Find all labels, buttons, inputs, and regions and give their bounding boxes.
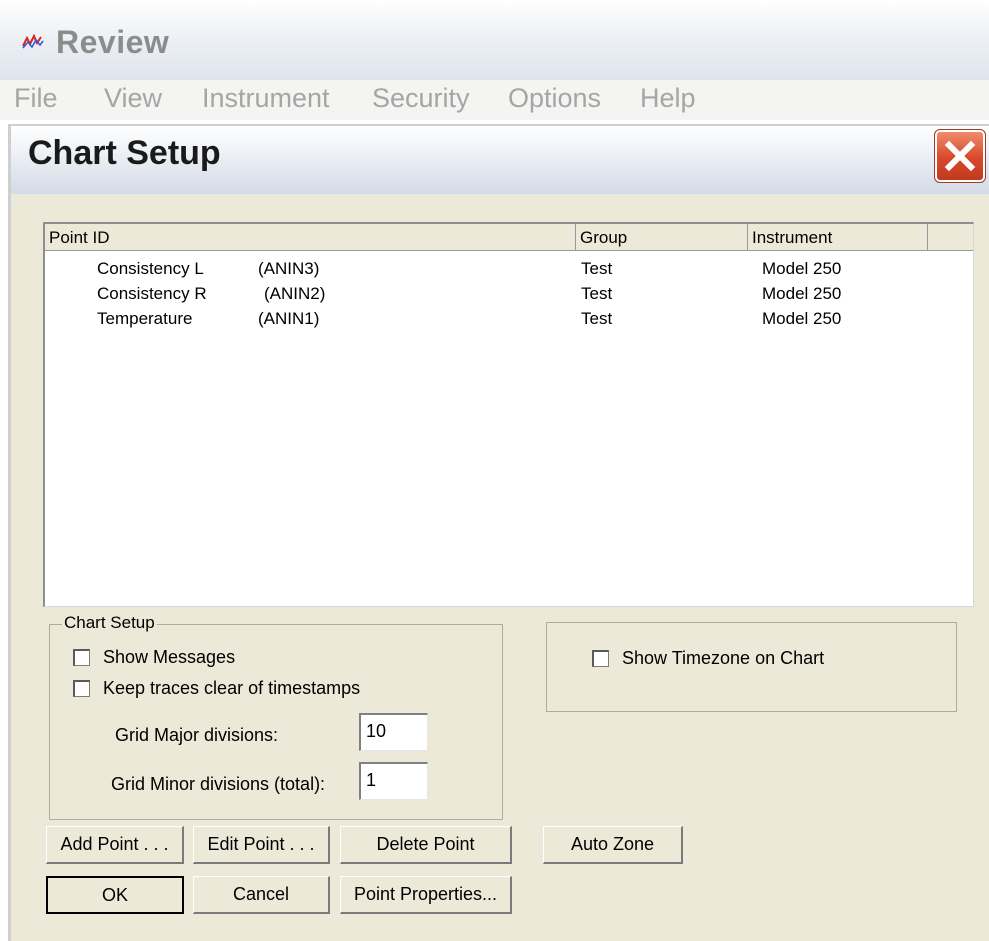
close-button[interactable] xyxy=(934,129,986,183)
menu-view[interactable]: View xyxy=(104,80,162,120)
list-header: Point ID Group Instrument xyxy=(45,224,973,251)
auto-zone-button[interactable]: Auto Zone xyxy=(543,826,683,864)
menu-file[interactable]: File xyxy=(14,80,58,120)
row-point-name: Consistency R xyxy=(97,284,207,303)
edit-point-button[interactable]: Edit Point . . . xyxy=(193,826,330,864)
show-timezone-checkbox[interactable] xyxy=(592,650,609,667)
row-instrument: Model 250 xyxy=(762,309,842,328)
column-point-id[interactable]: Point ID xyxy=(45,224,576,250)
menu-help[interactable]: Help xyxy=(640,80,696,120)
app-logo-icon xyxy=(22,33,44,50)
row-point-channel: (ANIN2) xyxy=(264,284,326,303)
row-group: Test xyxy=(581,259,613,278)
chart-setup-legend: Chart Setup xyxy=(62,613,157,632)
row-point-channel: (ANIN1) xyxy=(258,309,320,328)
grid-major-label: Grid Major divisions: xyxy=(115,725,279,745)
delete-point-button[interactable]: Delete Point xyxy=(340,826,512,864)
row-point-name: Temperature xyxy=(97,309,193,328)
row-point-channel: (ANIN3) xyxy=(258,259,320,278)
grid-minor-label: Grid Minor divisions (total): xyxy=(111,774,326,794)
row-instrument: Model 250 xyxy=(762,284,842,303)
menu-options[interactable]: Options xyxy=(508,80,601,120)
show-messages-label[interactable]: Show Messages xyxy=(103,647,235,667)
ok-button[interactable]: OK xyxy=(46,876,184,914)
row-point-name: Consistency L xyxy=(97,259,204,278)
menu-security[interactable]: Security xyxy=(372,80,470,120)
menu-instrument[interactable]: Instrument xyxy=(202,80,330,120)
add-point-button[interactable]: Add Point . . . xyxy=(46,826,184,864)
row-group: Test xyxy=(581,309,613,328)
app-title: Review xyxy=(56,24,170,60)
keep-traces-checkbox[interactable] xyxy=(73,680,90,697)
column-instrument[interactable]: Instrument xyxy=(748,224,928,250)
row-group: Test xyxy=(581,284,613,303)
show-timezone-label[interactable]: Show Timezone on Chart xyxy=(622,648,824,668)
show-messages-checkbox[interactable] xyxy=(73,649,90,666)
grid-minor-input[interactable]: 1 xyxy=(359,762,428,800)
column-group[interactable]: Group xyxy=(576,224,748,250)
keep-traces-label[interactable]: Keep traces clear of timestamps xyxy=(103,678,360,698)
menu-bar: File View Instrument Security Options He… xyxy=(0,80,989,120)
close-icon xyxy=(944,140,976,172)
row-instrument: Model 250 xyxy=(762,259,842,278)
dialog-title: Chart Setup xyxy=(28,134,221,172)
point-properties-button[interactable]: Point Properties... xyxy=(340,876,512,914)
grid-major-input[interactable]: 10 xyxy=(359,713,428,751)
cancel-button[interactable]: Cancel xyxy=(193,876,330,914)
